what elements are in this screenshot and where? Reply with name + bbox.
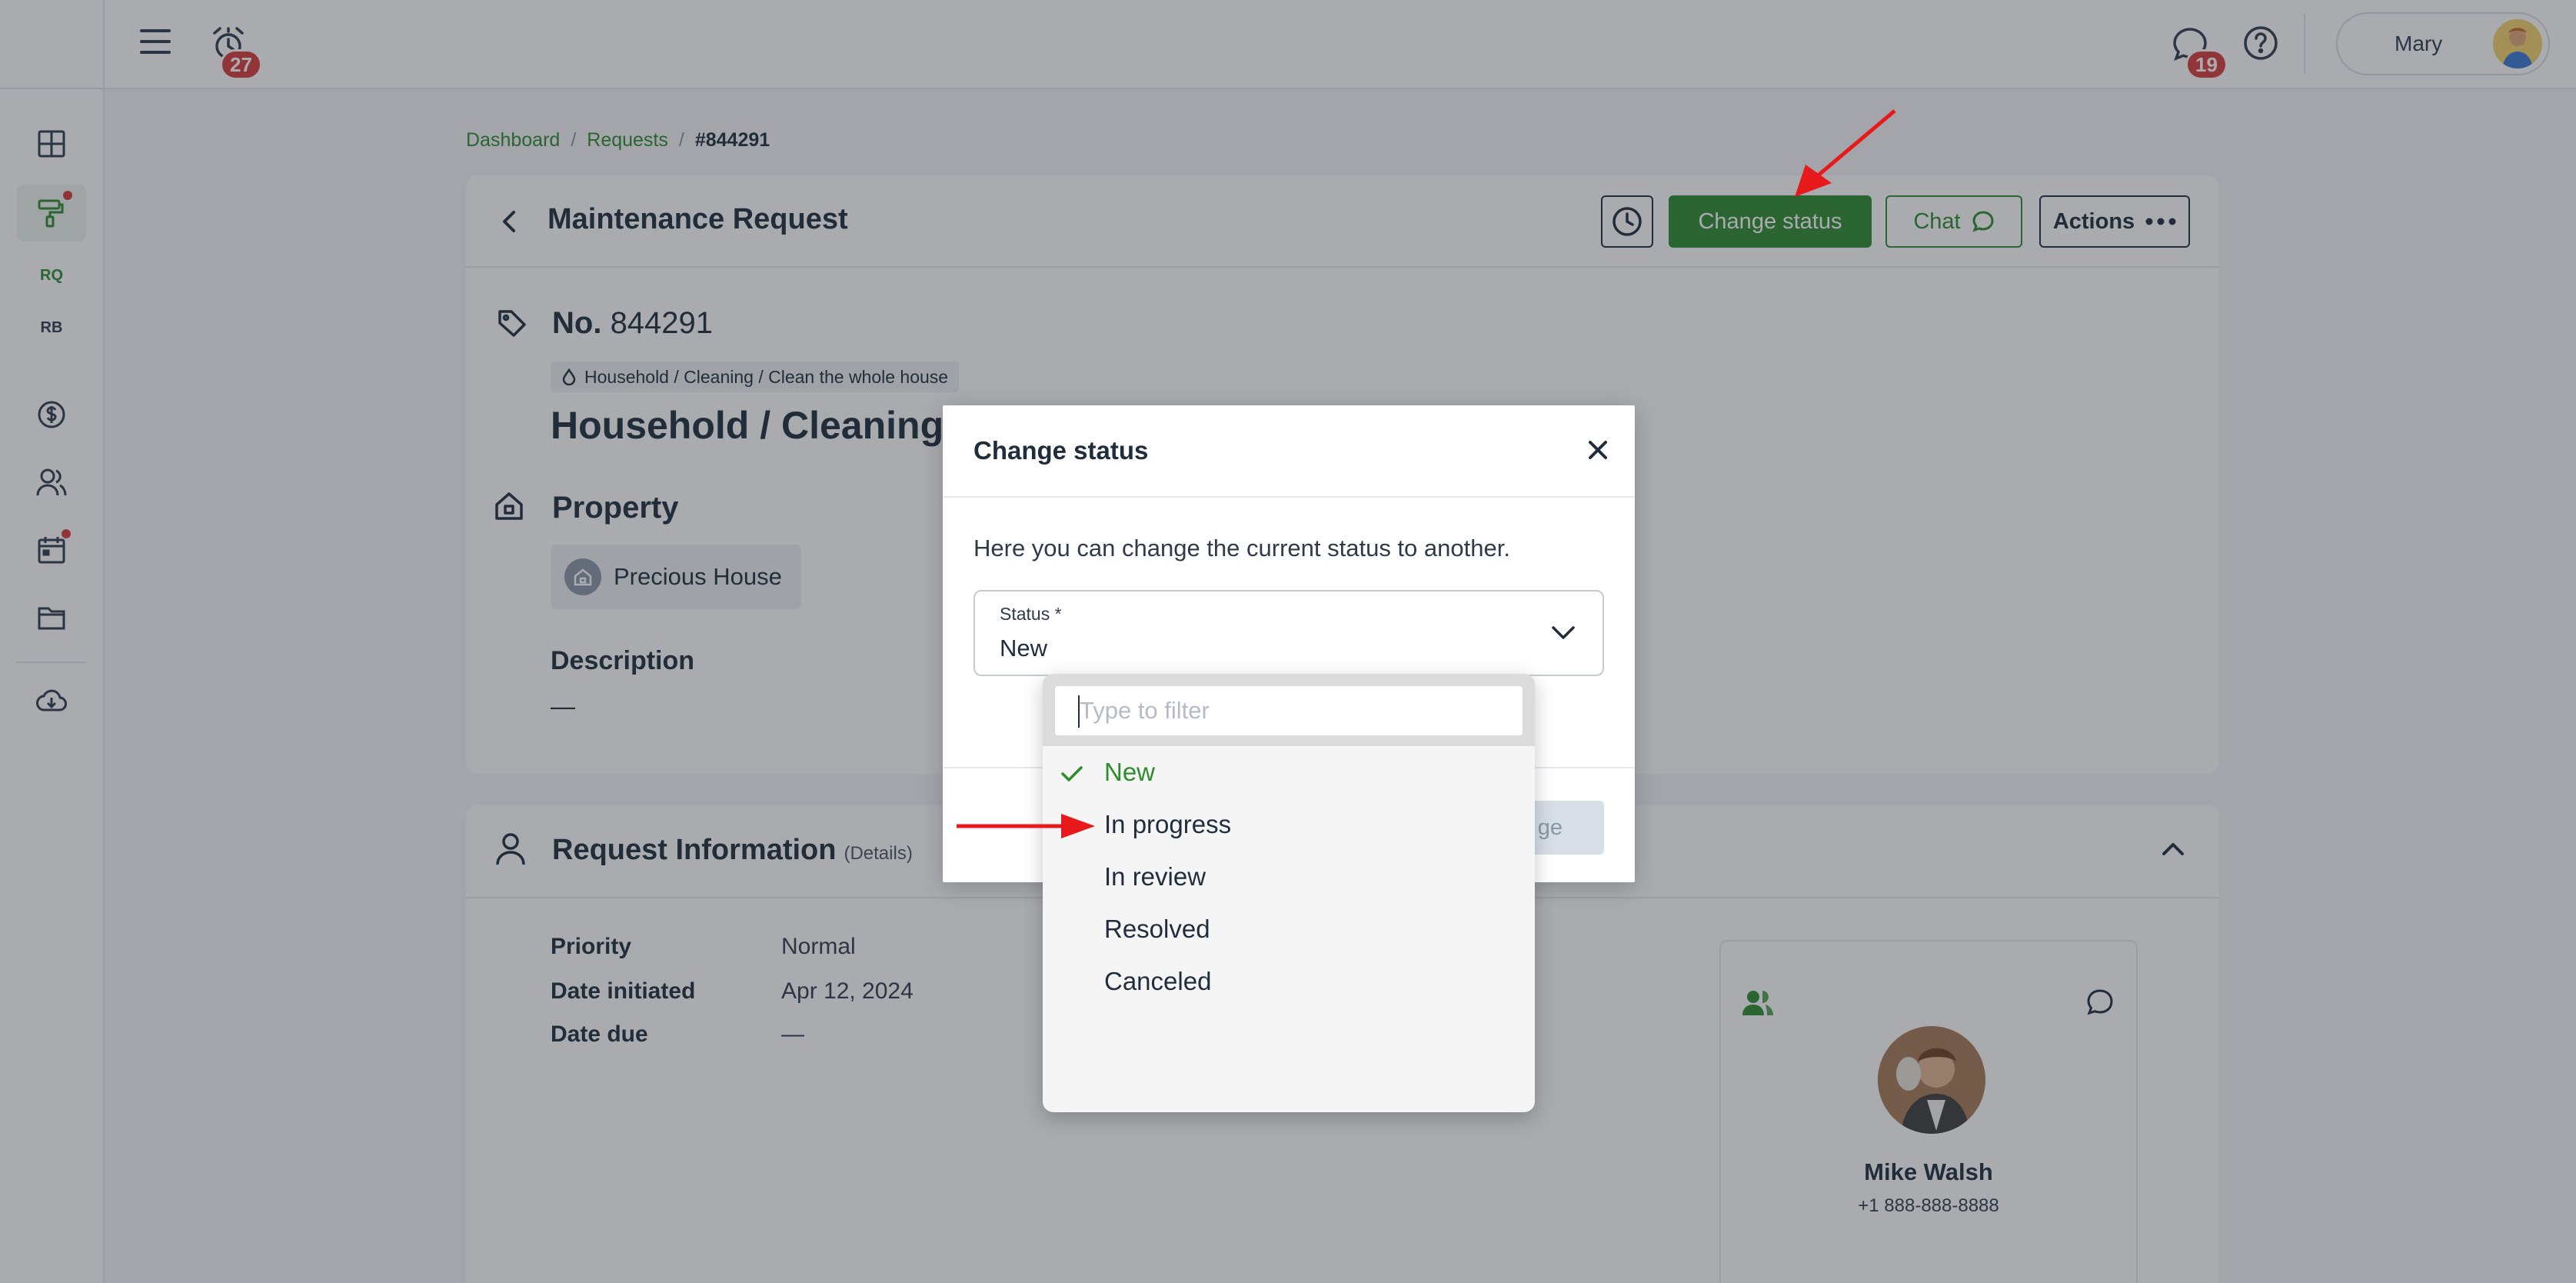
annotation-arrow: [957, 814, 1095, 838]
confirm-change-label: ge: [1537, 815, 1563, 840]
dropdown-option-in-review[interactable]: In review: [1043, 851, 1535, 903]
status-select[interactable]: Status * New: [973, 590, 1604, 676]
status-select-value: New: [1000, 635, 1048, 661]
modal-title: Change status: [973, 436, 1149, 465]
dropdown-option-resolved[interactable]: Resolved: [1043, 903, 1535, 955]
close-icon[interactable]: [1583, 435, 1613, 465]
status-select-label: Status *: [1000, 604, 1062, 624]
dropdown-option-label: In progress: [1104, 810, 1232, 838]
text-caret: [1078, 695, 1080, 728]
dropdown-option-in-progress[interactable]: In progress: [1043, 798, 1535, 851]
dropdown-option-label: In review: [1104, 862, 1206, 891]
chevron-down-icon: [1550, 622, 1576, 646]
dropdown-option-label: New: [1104, 758, 1156, 786]
check-icon: [1060, 761, 1084, 791]
status-dropdown: New In progress In review Resolved Cance…: [1043, 674, 1535, 1112]
modal-description: Here you can change the current status t…: [973, 535, 1510, 562]
dropdown-option-new[interactable]: New: [1043, 746, 1535, 798]
dropdown-option-label: Resolved: [1104, 915, 1210, 943]
modal-header: Change status: [943, 405, 1635, 498]
filter-input[interactable]: [1055, 686, 1523, 735]
dropdown-option-label: Canceled: [1104, 967, 1212, 995]
filter-wrapper: [1043, 674, 1535, 746]
dropdown-option-canceled[interactable]: Canceled: [1043, 955, 1535, 1008]
annotation-arrow: [1795, 109, 1896, 197]
